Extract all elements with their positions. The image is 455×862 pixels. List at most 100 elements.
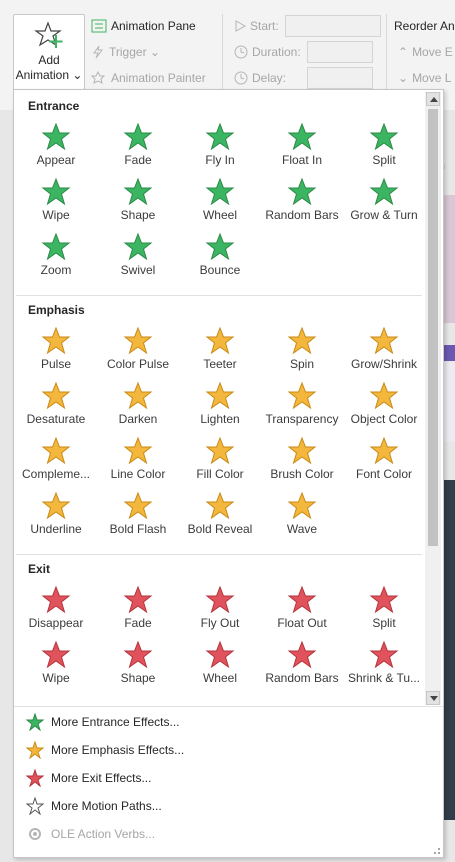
emphasis-effect-tile[interactable]: Bold Flash bbox=[97, 489, 179, 544]
entrance-effect-label: Shape bbox=[120, 208, 156, 222]
emphasis-effect-label: Line Color bbox=[110, 467, 166, 481]
entrance-effect-label: Random Bars bbox=[265, 208, 339, 222]
scroll-down-button[interactable] bbox=[426, 691, 440, 705]
exit-effect-tile[interactable]: Float Out bbox=[261, 583, 343, 638]
emphasis-effect-tile[interactable]: Desaturate bbox=[15, 379, 97, 434]
more-motion-paths[interactable]: More Motion Paths... bbox=[14, 792, 443, 820]
exit-star-icon bbox=[205, 640, 235, 669]
painter-star-icon bbox=[91, 71, 106, 84]
entrance-effect-tile[interactable]: Wipe bbox=[15, 175, 97, 230]
ole-label: OLE Action Verbs... bbox=[51, 827, 156, 841]
section-divider bbox=[16, 554, 422, 555]
emphasis-effect-tile[interactable]: Bold Reveal bbox=[179, 489, 261, 544]
emphasis-effect-tile[interactable]: Lighten bbox=[179, 379, 261, 434]
motion-star-icon bbox=[26, 797, 44, 815]
entrance-effect-tile[interactable]: Wheel bbox=[179, 175, 261, 230]
exit-star-icon bbox=[287, 585, 317, 614]
more-emphasis-label: More Emphasis Effects... bbox=[51, 743, 185, 757]
entrance-effect-tile[interactable]: Float In bbox=[261, 120, 343, 175]
start-dropdown[interactable] bbox=[285, 15, 381, 37]
emphasis-effect-tile[interactable]: Color Pulse bbox=[97, 324, 179, 379]
exit-effect-label: Wipe bbox=[42, 671, 70, 685]
exit-effect-tile[interactable]: Split bbox=[343, 583, 424, 638]
emphasis-effect-tile[interactable]: Fill Color bbox=[179, 434, 261, 489]
entrance-effect-tile[interactable]: Fade bbox=[97, 120, 179, 175]
emphasis-star-icon bbox=[205, 491, 235, 520]
exit-effect-tile[interactable]: Shape bbox=[97, 638, 179, 693]
entrance-effect-tile[interactable]: Appear bbox=[15, 120, 97, 175]
entrance-effect-tile[interactable]: Random Bars bbox=[261, 175, 343, 230]
emphasis-effect-tile[interactable]: Spin bbox=[261, 324, 343, 379]
entrance-effect-tile[interactable]: Grow & Turn bbox=[343, 175, 424, 230]
clock-icon bbox=[234, 45, 248, 59]
exit-effect-label: Wheel bbox=[202, 671, 237, 685]
emphasis-effect-tile[interactable]: Wave bbox=[261, 489, 343, 544]
exit-effect-tile[interactable]: Disappear bbox=[15, 583, 97, 638]
scroll-up-button[interactable] bbox=[426, 92, 440, 106]
exit-star-icon bbox=[41, 585, 71, 614]
emphasis-star-icon bbox=[41, 326, 71, 355]
emphasis-effect-tile[interactable]: Font Color bbox=[343, 434, 424, 489]
exit-heading: Exit bbox=[28, 562, 51, 576]
emphasis-effect-label: Transparency bbox=[265, 412, 339, 426]
entrance-effect-label: Bounce bbox=[199, 263, 241, 277]
entrance-effect-tile[interactable]: Split bbox=[343, 120, 424, 175]
emphasis-effect-label: Bold Reveal bbox=[187, 522, 253, 536]
duration-field[interactable] bbox=[307, 41, 373, 63]
emphasis-star-icon bbox=[369, 326, 399, 355]
exit-effect-tile[interactable]: Random Bars bbox=[261, 638, 343, 693]
delay-field[interactable] bbox=[307, 67, 373, 89]
more-exit-effects[interactable]: More Exit Effects... bbox=[14, 764, 443, 792]
entrance-effect-label: Appear bbox=[36, 153, 76, 167]
gallery-scrollbar[interactable] bbox=[425, 92, 441, 705]
scroll-thumb[interactable] bbox=[428, 109, 438, 546]
exit-effect-tile[interactable]: Fly Out bbox=[179, 583, 261, 638]
entrance-effect-label: Zoom bbox=[40, 263, 72, 277]
exit-effect-tile[interactable]: Shrink & Tu... bbox=[343, 638, 424, 693]
ole-action-verbs[interactable]: OLE Action Verbs... bbox=[14, 820, 443, 848]
more-emphasis-effects[interactable]: More Emphasis Effects... bbox=[14, 736, 443, 764]
emphasis-star-icon bbox=[123, 436, 153, 465]
resize-grip-icon[interactable] bbox=[433, 847, 441, 855]
emphasis-effect-tile[interactable]: Object Color bbox=[343, 379, 424, 434]
animation-pane-button[interactable]: Animation Pane bbox=[91, 19, 196, 33]
exit-effect-tile[interactable]: Wheel bbox=[179, 638, 261, 693]
emphasis-effect-tile[interactable]: Grow/Shrink bbox=[343, 324, 424, 379]
entrance-effect-tile[interactable]: Bounce bbox=[179, 230, 261, 285]
emphasis-effect-tile[interactable]: Line Color bbox=[97, 434, 179, 489]
entrance-effect-label: Fade bbox=[124, 153, 152, 167]
emphasis-effect-tile[interactable]: Darken bbox=[97, 379, 179, 434]
start-label: Start: bbox=[250, 19, 279, 33]
exit-effect-label: Fade bbox=[124, 616, 152, 630]
emphasis-effect-label: Spin bbox=[289, 357, 315, 371]
trigger-label: Trigger ⌄ bbox=[109, 45, 160, 59]
exit-effect-tile[interactable]: Fade bbox=[97, 583, 179, 638]
more-entrance-effects[interactable]: More Entrance Effects... bbox=[14, 708, 443, 736]
entrance-effect-tile[interactable]: Shape bbox=[97, 175, 179, 230]
emphasis-effect-tile[interactable]: Pulse bbox=[15, 324, 97, 379]
emphasis-effect-tile[interactable]: Underline bbox=[15, 489, 97, 544]
animation-painter-button[interactable]: Animation Painter bbox=[91, 71, 206, 85]
entrance-effect-tile[interactable]: Fly In bbox=[179, 120, 261, 175]
add-animation-button[interactable]: Add Animation ⌄ bbox=[13, 14, 85, 90]
emphasis-effect-tile[interactable]: Transparency bbox=[261, 379, 343, 434]
emphasis-effect-tile[interactable]: Brush Color bbox=[261, 434, 343, 489]
add-animation-label: Add Animation ⌄ bbox=[15, 53, 83, 82]
emphasis-effect-label: Object Color bbox=[350, 412, 418, 426]
delay-label-group: Delay: bbox=[234, 71, 286, 85]
entrance-star-icon bbox=[41, 122, 71, 151]
emphasis-effect-tile[interactable]: Compleme... bbox=[15, 434, 97, 489]
entrance-effect-label: Fly In bbox=[205, 153, 235, 167]
exit-star-icon bbox=[369, 585, 399, 614]
emphasis-effect-label: Bold Flash bbox=[109, 522, 167, 536]
ribbon-separator bbox=[222, 14, 223, 90]
entrance-effect-tile[interactable]: Swivel bbox=[97, 230, 179, 285]
move-later-button[interactable]: ⌄ Move L bbox=[398, 71, 451, 85]
emphasis-effect-label: Pulse bbox=[40, 357, 72, 371]
entrance-effect-tile[interactable]: Zoom bbox=[15, 230, 97, 285]
trigger-button[interactable]: Trigger ⌄ bbox=[91, 45, 160, 59]
emphasis-effect-tile[interactable]: Teeter bbox=[179, 324, 261, 379]
emphasis-heading: Emphasis bbox=[28, 303, 85, 317]
move-earlier-button[interactable]: ⌃ Move E bbox=[398, 45, 453, 59]
exit-effect-tile[interactable]: Wipe bbox=[15, 638, 97, 693]
